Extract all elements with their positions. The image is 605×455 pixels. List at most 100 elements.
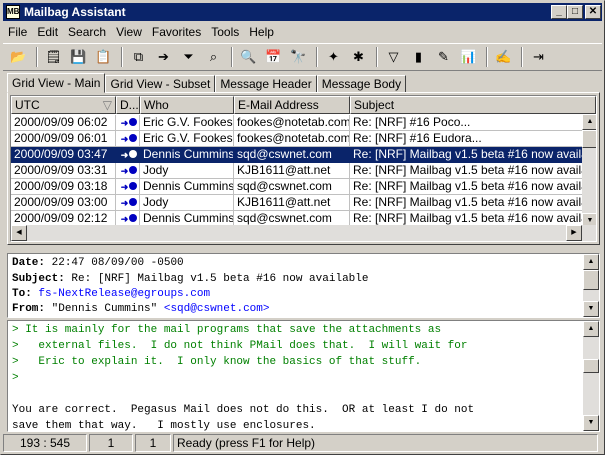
direction-cell: ➜ (116, 195, 140, 211)
cell-subject: Re: [NRF] Mailbag v1.5 beta #16 now avai… (350, 195, 583, 211)
toolbar-separator (36, 47, 38, 67)
date-value: 22:47 08/09/00 -0500 (51, 257, 184, 269)
cell-who: Jody (140, 195, 234, 211)
column-label: UTC (15, 98, 40, 112)
menu-tools[interactable]: Tools (206, 25, 244, 39)
star-icon[interactable]: ✱ (347, 46, 370, 68)
app-window: MB Mailbag Assistant _ □ ✕ File Edit Sea… (0, 0, 605, 455)
new-note-icon[interactable]: ✦ (322, 46, 345, 68)
table-row[interactable]: 2000/09/09 03:47 ➜ Dennis Cummins sqd@cswne… (11, 147, 583, 163)
toolbar-separator (316, 47, 318, 67)
scroll-thumb[interactable] (583, 270, 599, 290)
menu-bar: File Edit Search View Favorites Tools He… (3, 22, 279, 41)
grid-vertical-scrollbar[interactable]: ▲ ▼ (582, 114, 596, 229)
from-name: "Dennis Cummins" (51, 303, 158, 315)
table-row[interactable]: 2000/09/09 06:01 ➜ Eric G.V. Fookes fookes@… (11, 131, 583, 147)
edit-icon[interactable]: ✎ (432, 46, 455, 68)
exit-icon[interactable]: ⇥ (527, 46, 550, 68)
cell-subject: Re: [NRF] Mailbag v1.5 beta #16 now avai… (350, 179, 583, 195)
subject-label: Subject: (12, 273, 65, 285)
scroll-down-icon[interactable]: ▼ (583, 415, 599, 431)
quoted-line: > external files. I do not think PMail d… (12, 340, 468, 352)
move-icon[interactable]: ➔ (152, 46, 175, 68)
inbound-arrow-icon: ➜ (120, 214, 129, 224)
column-header-subject[interactable]: Subject (350, 96, 596, 114)
address-book-icon[interactable]: 📅 (262, 46, 285, 68)
message-grid: UTC ▽ D... Who E-Mail Address Subject 200… (10, 95, 597, 242)
grid-horizontal-scrollbar[interactable]: ◀ ▶ (11, 225, 596, 241)
menu-help[interactable]: Help (244, 25, 279, 39)
app-icon[interactable]: MB (6, 5, 20, 19)
menu-search[interactable]: Search (63, 25, 111, 39)
scroll-thumb[interactable] (583, 359, 599, 373)
scroll-thumb[interactable] (582, 130, 596, 148)
status-dot-icon (129, 182, 138, 190)
close-button[interactable]: ✕ (585, 5, 601, 19)
cell-utc: 2000/09/09 03:18 (11, 179, 116, 195)
maximize-button[interactable]: □ (567, 5, 583, 19)
stats-icon[interactable]: 📊 (457, 46, 480, 68)
menu-view[interactable]: View (111, 25, 147, 39)
menu-file[interactable]: File (3, 25, 32, 39)
find-icon[interactable]: ⌕ (202, 46, 225, 68)
filter-icon[interactable]: ⏷ (177, 46, 200, 68)
menu-favorites[interactable]: Favorites (147, 25, 206, 39)
quoted-line: > Eric to explain it. I only know the ba… (12, 356, 422, 368)
title-bar[interactable]: MB Mailbag Assistant _ □ ✕ (3, 3, 602, 21)
scroll-up-icon[interactable]: ▲ (583, 321, 599, 337)
column-header-email[interactable]: E-Mail Address (234, 96, 350, 114)
export-icon[interactable]: ▮ (407, 46, 430, 68)
save-icon[interactable]: 💾 (67, 46, 90, 68)
message-body-panel[interactable]: > It is mainly for the mail programs tha… (7, 320, 600, 432)
inbound-arrow-icon: ➜ (120, 198, 129, 208)
cell-email: fookes@notetab.com (234, 115, 350, 131)
body-line: save them that way. I mostly use enclosu… (12, 420, 316, 432)
body-scrollbar[interactable]: ▲ ▼ (583, 321, 599, 431)
body-line: You are correct. Pegasus Mail does not d… (12, 404, 475, 416)
table-row[interactable]: 2000/09/09 03:18 ➜ Dennis Cummins sqd@cswne… (11, 179, 583, 195)
column-header-direction[interactable]: D... (116, 96, 140, 114)
cell-who: Jody (140, 163, 234, 179)
table-row[interactable]: 2000/09/09 03:31 ➜ Jody KJB1611@att.net Re: … (11, 163, 583, 179)
signature-icon[interactable]: ✍ (492, 46, 515, 68)
cell-email: KJB1611@att.net (234, 195, 350, 211)
cell-email: fookes@notetab.com (234, 131, 350, 147)
open-folder-icon[interactable]: 📂 (7, 46, 30, 68)
view-tabs: Grid View - Main Grid View - Subset Mess… (7, 73, 407, 93)
minimize-button[interactable]: _ (551, 5, 567, 19)
status-dot-icon (129, 134, 138, 142)
toolbar-separator (121, 47, 123, 67)
cell-subject: Re: [NRF] Mailbag v1.5 beta #16 now avai… (350, 163, 583, 179)
cell-email: sqd@cswnet.com (234, 147, 350, 163)
paste-icon[interactable]: 📋 (92, 46, 115, 68)
cell-utc: 2000/09/09 03:47 (11, 147, 116, 163)
tab-message-header[interactable]: Message Header (215, 75, 317, 93)
new-message-icon[interactable]: 🗒 (42, 46, 65, 68)
cell-who: Eric G.V. Fookes (140, 131, 234, 147)
column-header-utc[interactable]: UTC ▽ (11, 96, 116, 114)
from-email-link[interactable]: <sqd@cswnet.com> (164, 303, 270, 315)
status-dot-icon (129, 150, 138, 158)
scroll-right-icon[interactable]: ▶ (566, 225, 582, 241)
header-to-line: To: fs-NextRelease@egroups.com (12, 288, 210, 300)
scroll-up-icon[interactable]: ▲ (582, 114, 596, 130)
to-link[interactable]: fs-NextRelease@egroups.com (38, 288, 210, 300)
copy-icon[interactable]: ⧉ (127, 46, 150, 68)
table-row[interactable]: 2000/09/09 03:00 ➜ Jody KJB1611@att.net Re: … (11, 195, 583, 211)
binoculars-icon[interactable]: 🔭 (287, 46, 310, 68)
inbound-arrow-icon: ➜ (120, 166, 129, 176)
tab-message-body[interactable]: Message Body (316, 75, 407, 93)
tab-grid-view-main[interactable]: Grid View - Main (7, 73, 106, 93)
table-row[interactable]: 2000/09/09 06:02 ➜ Eric G.V. Fookes fookes@… (11, 115, 583, 131)
scroll-down-icon[interactable]: ▼ (583, 301, 599, 317)
scroll-left-icon[interactable]: ◀ (11, 225, 27, 241)
tab-grid-view-subset[interactable]: Grid View - Subset (105, 75, 216, 93)
funnel-icon[interactable]: ▽ (382, 46, 405, 68)
header-scrollbar[interactable]: ▲ ▼ (583, 254, 599, 317)
toolbar-separator (376, 47, 378, 67)
column-header-who[interactable]: Who (140, 96, 234, 114)
menu-edit[interactable]: Edit (32, 25, 63, 39)
scroll-up-icon[interactable]: ▲ (583, 254, 599, 270)
quoted-line: > It is mainly for the mail programs tha… (12, 324, 442, 336)
calendar-icon[interactable]: 🔍 (237, 46, 260, 68)
